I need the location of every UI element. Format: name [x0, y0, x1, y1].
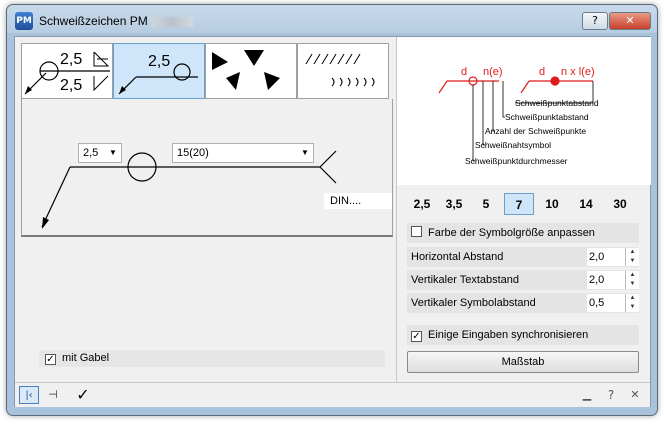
scale-button[interactable]: Maßstab	[407, 351, 639, 373]
dropdown-arrow-icon[interactable]: ▼	[105, 144, 121, 162]
dialog-window: PM Schweißzeichen PM ? ✕ 2,5 2,5 2,5 2,5…	[6, 4, 658, 416]
bottom-toolbar: |‹ ⊣ ✓ ▁ ? ✕	[15, 382, 650, 407]
gabel-label: mit Gabel	[62, 352, 110, 364]
formula-2: n x l(e)	[561, 66, 595, 78]
legend-line: Schweißpunktdurchmesser	[465, 156, 568, 166]
tab-spot-weld-symbol[interactable]: 2,5 2,5	[21, 43, 113, 99]
size-button[interactable]: 5	[471, 193, 501, 215]
close-icon[interactable]: ✕	[625, 386, 645, 404]
symbol-color-label: Farbe der Symbolgröße anpassen	[428, 227, 595, 239]
horizontal-spacing-label: Horizontal Abstand	[411, 251, 504, 263]
symbol-spacing-input[interactable]: 0,5 ▲ ▼	[587, 294, 639, 312]
tab-top-value: 2,5	[60, 51, 82, 68]
minimize-icon[interactable]: ▁	[577, 386, 597, 404]
close-button[interactable]: ✕	[609, 12, 651, 30]
symbol-spacing-row: Vertikaler Symbolabstand 0,5 ▲ ▼	[407, 293, 639, 313]
collapse-panel-icon[interactable]: |‹	[19, 386, 39, 404]
symbol-tabs: 2,5 2,5 2,5	[21, 43, 391, 99]
tab-weld-shapes[interactable]	[205, 43, 297, 99]
legend-line: Schweißnahtsymbol	[475, 140, 551, 150]
text-spacing-label: Vertikaler Textabstand	[411, 274, 520, 286]
spacing-combo[interactable]: 15(20) ▼	[172, 143, 314, 163]
text-spacing-value: 2,0	[589, 274, 605, 286]
symbol-spacing-value: 0,5	[589, 297, 605, 309]
help-button[interactable]: ?	[582, 12, 608, 30]
redacted-title-suffix	[150, 16, 193, 27]
tab-bottom-value: 2,5	[60, 77, 82, 94]
legend-line: Schweißpunktabstand	[515, 98, 599, 108]
legend-line: Anzahl der Schweißpunkte	[485, 126, 586, 136]
spinner-icon[interactable]: ▲ ▼	[625, 294, 639, 312]
size-button[interactable]: 14	[571, 193, 601, 215]
weld-lines-icon	[305, 53, 375, 87]
size-combo[interactable]: 2,5 ▼	[78, 143, 122, 163]
formula-d2: d	[539, 66, 545, 78]
text-spacing-row: Vertikaler Textabstand 2,0 ▲ ▼	[407, 270, 639, 290]
symbol-editor-pane: 2,5 2,5 2,5 2,5 ▼ 15(20) ▼ DIN.... ✓ mit…	[15, 37, 395, 382]
preview-diagram: d n(e) d n x l(e) Schweißpunktabstand Sc…	[438, 66, 599, 166]
spacing-combo-value: 15(20)	[177, 147, 209, 159]
confirm-checkmark-icon[interactable]: ✓	[73, 386, 93, 404]
title-bar: PM Schweißzeichen PM ? ✕	[7, 5, 657, 35]
size-button[interactable]: 3,5	[439, 193, 469, 215]
pin-icon[interactable]: ⊣	[43, 386, 63, 404]
legend-line: Schweißpunktabstand	[505, 112, 589, 122]
standard-field[interactable]: DIN....	[324, 193, 392, 209]
options-pane: d n(e) d n x l(e) Schweißpunktabstand Sc…	[396, 37, 651, 382]
dropdown-arrow-icon[interactable]: ▼	[297, 144, 313, 162]
horizontal-spacing-input[interactable]: 2,0 ▲ ▼	[587, 248, 639, 266]
dialog-client: 2,5 2,5 2,5 2,5 ▼ 15(20) ▼ DIN.... ✓ mit…	[14, 36, 651, 407]
symbol-spacing-label: Vertikaler Symbolabstand	[411, 297, 536, 309]
preview-panel: d n(e) d n x l(e) Schweißpunktabstand Sc…	[397, 37, 651, 185]
gabel-checkbox[interactable]: ✓	[45, 354, 56, 365]
spinner-icon[interactable]: ▲ ▼	[625, 248, 639, 266]
spot-weld-circle-icon: 2,5	[118, 53, 198, 95]
text-spacing-input[interactable]: 2,0 ▲ ▼	[587, 271, 639, 289]
tab-value: 2,5	[148, 53, 170, 70]
sync-checkbox[interactable]: ✓	[411, 331, 422, 342]
weld-shapes-icon	[212, 50, 280, 90]
symbol-color-option[interactable]: Farbe der Symbolgröße anpassen	[407, 223, 639, 243]
tab-weld-lines[interactable]	[297, 43, 389, 99]
size-combo-value: 2,5	[83, 147, 99, 159]
horizontal-spacing-value: 2,0	[589, 251, 605, 263]
help-icon[interactable]: ?	[601, 386, 621, 404]
weld-symbol-drawing	[41, 150, 337, 229]
size-button-selected[interactable]: 7	[504, 193, 534, 215]
spot-weld-symbol-icon: 2,5 2,5	[24, 51, 110, 95]
app-logo-icon: PM	[15, 12, 33, 30]
size-button[interactable]: 30	[605, 193, 635, 215]
symbol-color-checkbox[interactable]	[411, 226, 422, 237]
symbol-canvas[interactable]: 2,5 ▼ 15(20) ▼ DIN....	[21, 99, 393, 237]
horizontal-spacing-row: Horizontal Abstand 2,0 ▲ ▼	[407, 247, 639, 267]
sync-option[interactable]: ✓ Einige Eingaben synchronisieren	[407, 325, 639, 345]
gabel-checkbox-row[interactable]: ✓ mit Gabel	[39, 350, 385, 367]
window-title: Schweißzeichen PM	[39, 14, 193, 28]
size-button[interactable]: 2,5	[407, 193, 437, 215]
formula-n1: n(e)	[483, 66, 503, 78]
size-button[interactable]: 10	[537, 193, 567, 215]
sync-label: Einige Eingaben synchronisieren	[428, 329, 589, 341]
formula-d1: d	[461, 66, 467, 78]
tab-spot-weld-circle[interactable]: 2,5	[113, 43, 205, 99]
spinner-icon[interactable]: ▲ ▼	[625, 271, 639, 289]
